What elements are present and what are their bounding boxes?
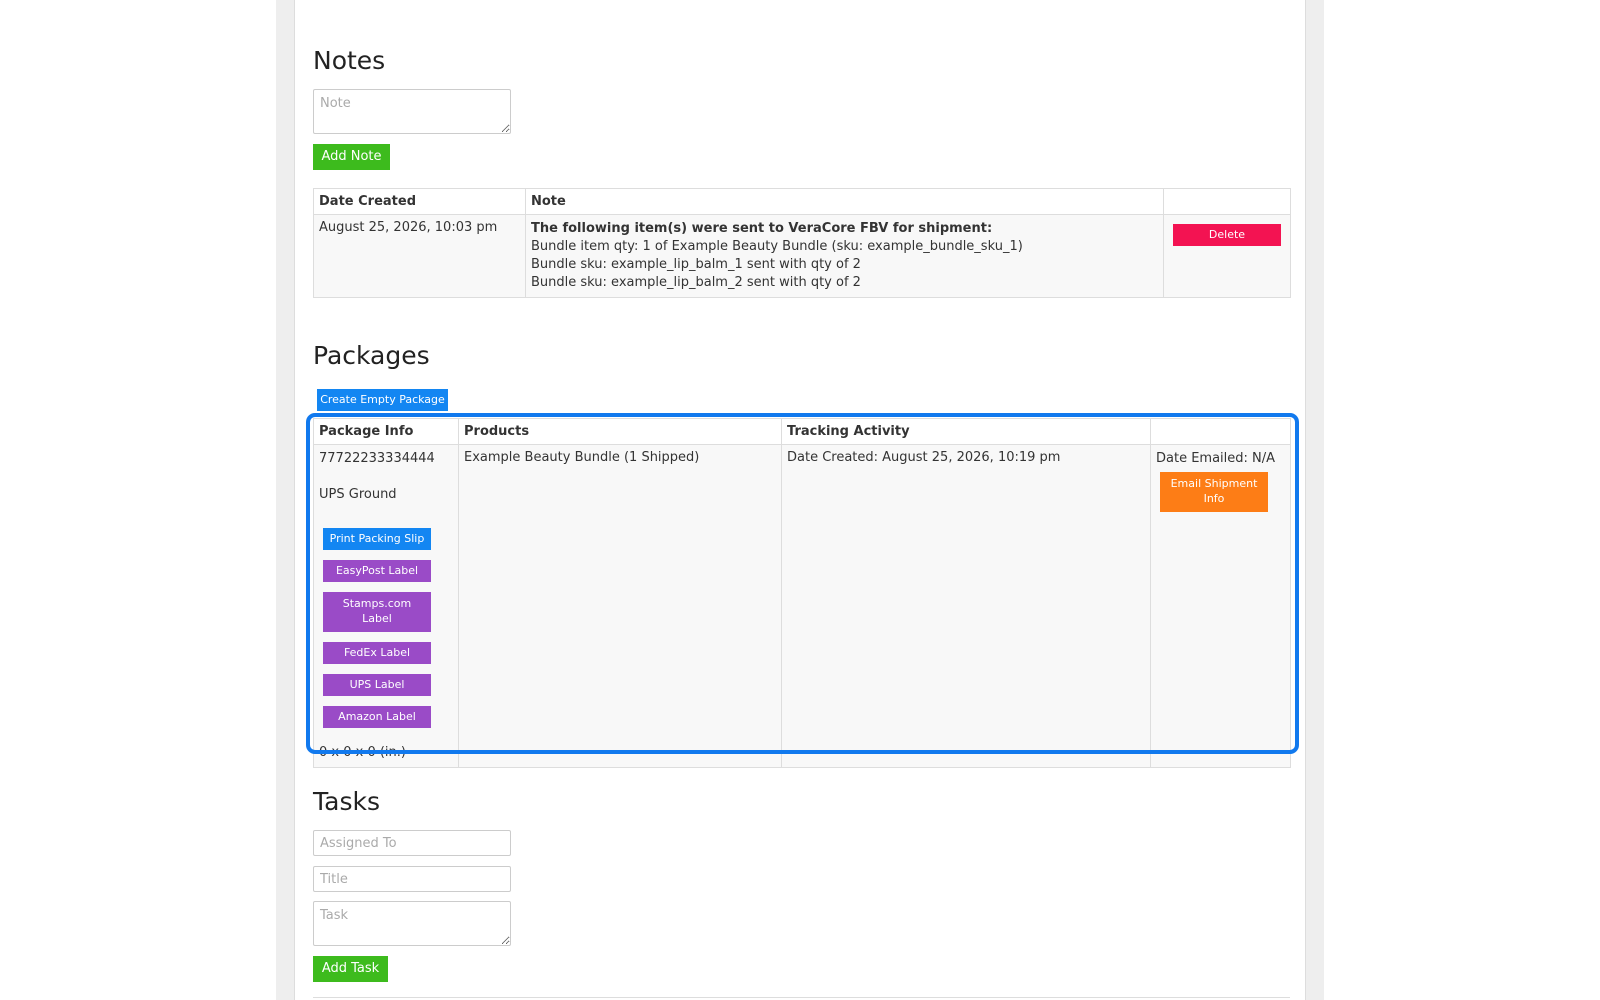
page-panel: Notes Add Note Date Created Note August … bbox=[294, 0, 1306, 1000]
package-info-cell: 77722233334444 UPS Ground Print Packing … bbox=[313, 444, 459, 768]
col-header-email bbox=[1150, 418, 1291, 445]
table-row: 77722233334444 UPS Ground Print Packing … bbox=[313, 444, 1291, 768]
easypost-label-button[interactable]: EasyPost Label bbox=[323, 560, 431, 582]
note-body: The following item(s) were sent to VeraC… bbox=[525, 214, 1164, 298]
date-emailed: Date Emailed: N/A bbox=[1156, 451, 1276, 466]
tracking-activity-cell: Date Created: August 25, 2026, 10:19 pm bbox=[781, 444, 1151, 768]
col-header-products: Products bbox=[458, 418, 782, 445]
package-dimensions: 0 x 0 x 0 (in.) bbox=[319, 745, 406, 760]
add-note-button[interactable]: Add Note bbox=[313, 144, 390, 170]
note-date: August 25, 2026, 10:03 pm bbox=[313, 214, 526, 298]
add-task-button[interactable]: Add Task bbox=[313, 956, 388, 982]
email-cell: Date Emailed: N/A Email Shipment Info bbox=[1150, 444, 1291, 768]
note-actions-cell: Delete bbox=[1163, 214, 1291, 298]
left-gutter bbox=[276, 0, 294, 1000]
package-button-group: Print Packing Slip EasyPost Label Stamps… bbox=[323, 528, 453, 728]
tasks-heading: Tasks bbox=[313, 787, 380, 816]
packages-heading: Packages bbox=[313, 341, 430, 370]
task-title-input[interactable] bbox=[313, 866, 511, 892]
fedex-label-button[interactable]: FedEx Label bbox=[323, 642, 431, 664]
packages-table-header-row: Package Info Products Tracking Activity bbox=[313, 418, 1291, 445]
stamps-label-button[interactable]: Stamps.com Label bbox=[323, 592, 431, 632]
section-divider bbox=[313, 997, 1290, 998]
col-header-actions bbox=[1163, 188, 1291, 215]
col-header-date-created: Date Created bbox=[313, 188, 526, 215]
amazon-label-button[interactable]: Amazon Label bbox=[323, 706, 431, 728]
note-heading-text: The following item(s) were sent to VeraC… bbox=[531, 221, 993, 236]
note-textarea[interactable] bbox=[313, 89, 511, 134]
right-gutter bbox=[1306, 0, 1324, 1000]
tracking-number: 77722233334444 bbox=[319, 451, 435, 466]
note-line: Bundle sku: example_lip_balm_2 sent with… bbox=[531, 275, 861, 290]
col-header-tracking-activity: Tracking Activity bbox=[781, 418, 1151, 445]
col-header-package-info: Package Info bbox=[313, 418, 459, 445]
task-textarea[interactable] bbox=[313, 901, 511, 946]
create-empty-package-button[interactable]: Create Empty Package bbox=[317, 389, 448, 411]
assigned-to-input[interactable] bbox=[313, 830, 511, 856]
ups-label-button[interactable]: UPS Label bbox=[323, 674, 431, 696]
note-line: Bundle item qty: 1 of Example Beauty Bun… bbox=[531, 239, 1023, 254]
table-row: August 25, 2026, 10:03 pm The following … bbox=[313, 214, 1291, 298]
shipping-service: UPS Ground bbox=[319, 487, 397, 502]
notes-heading: Notes bbox=[313, 46, 386, 75]
col-header-note: Note bbox=[525, 188, 1164, 215]
notes-table: Date Created Note August 25, 2026, 10:03… bbox=[313, 188, 1291, 298]
notes-table-header-row: Date Created Note bbox=[313, 188, 1291, 215]
packages-table: Package Info Products Tracking Activity … bbox=[313, 418, 1291, 768]
email-shipment-info-button[interactable]: Email Shipment Info bbox=[1160, 472, 1268, 512]
products-cell: Example Beauty Bundle (1 Shipped) bbox=[458, 444, 782, 768]
delete-note-button[interactable]: Delete bbox=[1173, 224, 1281, 246]
print-packing-slip-button[interactable]: Print Packing Slip bbox=[323, 528, 431, 550]
note-line: Bundle sku: example_lip_balm_1 sent with… bbox=[531, 257, 861, 272]
